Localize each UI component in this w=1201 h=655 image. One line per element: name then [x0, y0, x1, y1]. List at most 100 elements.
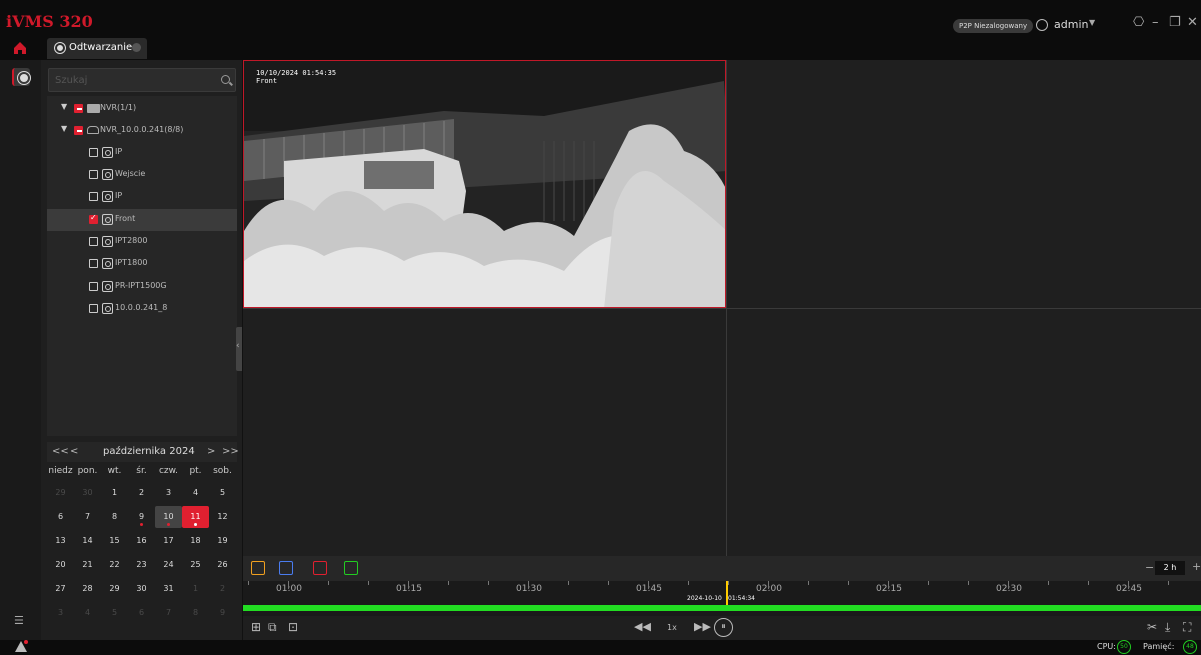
calendar-day[interactable]: 7 — [74, 506, 101, 528]
clip-icon[interactable]: ✂ — [1147, 620, 1157, 634]
calendar-day[interactable]: 3 — [155, 482, 182, 504]
calendar-day[interactable]: 19 — [209, 530, 236, 552]
calendar-day[interactable]: 17 — [155, 530, 182, 552]
checkbox[interactable] — [89, 259, 98, 268]
zoom-out-button[interactable]: − — [1145, 561, 1154, 574]
video-window-empty[interactable] — [243, 309, 726, 556]
calendar-day[interactable]: 25 — [182, 554, 209, 576]
calendar-day[interactable]: 20 — [47, 554, 74, 576]
checkbox[interactable] — [89, 304, 98, 313]
chevron-down-icon[interactable]: ▼ — [1089, 18, 1095, 27]
tree-node-camera[interactable]: PR-IPT1500G — [47, 276, 237, 298]
close-all-windows-icon[interactable]: ⧉ — [268, 620, 277, 635]
tree-node-camera[interactable]: IP — [47, 142, 237, 164]
calendar-day[interactable]: 2 — [128, 482, 155, 504]
recording-bar[interactable] — [243, 605, 1201, 611]
calendar-day[interactable]: 3 — [47, 602, 74, 624]
calendar-day[interactable]: 29 — [47, 482, 74, 504]
rewind-button[interactable]: ◀◀ — [634, 620, 651, 633]
calendar-day[interactable]: 9 — [128, 506, 155, 528]
calendar-day[interactable]: 4 — [182, 482, 209, 504]
home-icon[interactable] — [14, 42, 26, 54]
lock-icon[interactable]: ⎔ — [1133, 15, 1144, 30]
calendar-day[interactable]: 6 — [128, 602, 155, 624]
tree-node-camera[interactable]: Wejscie — [47, 164, 237, 186]
next-month-button[interactable]: > — [207, 446, 215, 457]
tree-node-nvr[interactable]: ▼ NVR_10.0.0.241(8/8) — [47, 120, 237, 142]
ai-filter-icon[interactable] — [279, 561, 293, 575]
prev-month-button[interactable]: < — [70, 446, 78, 457]
speed-label[interactable]: 1x — [667, 623, 677, 632]
capture-all-icon[interactable]: ⊡ — [288, 620, 298, 634]
calendar-day[interactable]: 24 — [155, 554, 182, 576]
calendar-day[interactable]: 30 — [128, 578, 155, 600]
zoom-in-button[interactable]: + — [1192, 560, 1201, 573]
next-year-button[interactable]: >> — [222, 446, 239, 457]
zoom-level-field[interactable]: 2 h — [1155, 561, 1185, 575]
pause-button[interactable]: ⏸ — [714, 618, 733, 637]
calendar-day[interactable]: 13 — [47, 530, 74, 552]
download-icon[interactable]: ⤓ — [1165, 620, 1170, 635]
checkbox-checked[interactable] — [89, 213, 98, 224]
search-icon[interactable] — [221, 75, 230, 84]
p2p-status-badge[interactable]: P2P Niezalogowany — [953, 19, 1034, 33]
calendar-day[interactable]: 28 — [74, 578, 101, 600]
alarm-filter-icon[interactable] — [313, 561, 327, 575]
calendar-day[interactable]: 8 — [182, 602, 209, 624]
calendar-day[interactable]: 11 — [182, 506, 209, 528]
search-input[interactable] — [55, 73, 215, 88]
calendar-day[interactable]: 22 — [101, 554, 128, 576]
panel-collapse-handle[interactable] — [236, 327, 242, 371]
video-window-front[interactable]: 10/10/2024 01:54:35 Front — [243, 60, 726, 308]
tab-close-icon[interactable] — [132, 43, 141, 52]
minimize-icon[interactable]: – — [1152, 15, 1159, 30]
calendar-day[interactable]: 31 — [155, 578, 182, 600]
calendar-day[interactable]: 5 — [101, 602, 128, 624]
calendar-day[interactable]: 4 — [74, 602, 101, 624]
calendar-day[interactable]: 15 — [101, 530, 128, 552]
prev-year-button[interactable]: << — [52, 446, 69, 457]
calendar-day[interactable]: 18 — [182, 530, 209, 552]
calendar-day[interactable]: 23 — [128, 554, 155, 576]
layout-grid-icon[interactable]: ⊞ — [251, 620, 261, 634]
user-name[interactable]: admin — [1054, 18, 1088, 31]
checkbox-partial[interactable] — [74, 126, 83, 135]
calendar-day[interactable]: 16 — [128, 530, 155, 552]
calendar-day[interactable]: 1 — [182, 578, 209, 600]
checkbox[interactable] — [89, 237, 98, 246]
calendar-day[interactable]: 21 — [74, 554, 101, 576]
chevron-down-icon[interactable]: ▼ — [61, 124, 67, 133]
fast-forward-button[interactable]: ▶▶ — [694, 620, 711, 633]
motion-filter-icon[interactable] — [251, 561, 265, 575]
calendar-day[interactable]: 14 — [74, 530, 101, 552]
close-icon[interactable]: ✕ — [1187, 15, 1198, 30]
calendar-day[interactable]: 5 — [209, 482, 236, 504]
calendar-day[interactable]: 27 — [47, 578, 74, 600]
video-filter-icon[interactable] — [344, 561, 358, 575]
video-window-empty[interactable] — [727, 309, 1201, 556]
tree-node-camera[interactable]: 10.0.0.241_8 — [47, 298, 237, 320]
checkbox[interactable] — [89, 192, 98, 201]
tree-node-camera[interactable]: Front — [47, 209, 237, 231]
calendar-day[interactable]: 26 — [209, 554, 236, 576]
checkbox-partial[interactable] — [74, 104, 83, 113]
playback-nav-icon[interactable] — [12, 68, 30, 86]
tab-playback[interactable]: Odtwarzanie — [47, 38, 147, 59]
timeline[interactable]: 01:00 01:15 01:30 01:45 02:00 02:15 02:30 02:45… — [243, 581, 1201, 616]
calendar-day[interactable]: 29 — [101, 578, 128, 600]
calendar-day[interactable]: 1 — [101, 482, 128, 504]
task-list-icon[interactable]: ☰ — [14, 614, 24, 627]
calendar-day[interactable]: 10 — [155, 506, 182, 528]
tree-node-camera[interactable]: IP — [47, 186, 237, 208]
tree-node-root[interactable]: ▼ NVR(1/1) — [47, 98, 237, 120]
calendar-day[interactable]: 12 — [209, 506, 236, 528]
video-window-empty[interactable] — [727, 60, 1201, 308]
tree-node-camera[interactable]: IPT2800 — [47, 231, 237, 253]
checkbox[interactable] — [89, 170, 98, 179]
fullscreen-icon[interactable]: ⛶ — [1183, 620, 1191, 635]
calendar-day[interactable]: 6 — [47, 506, 74, 528]
calendar-day[interactable]: 2 — [209, 578, 236, 600]
tree-node-camera[interactable]: IPT1800 — [47, 253, 237, 275]
calendar-day[interactable]: 8 — [101, 506, 128, 528]
user-circle-icon[interactable] — [1036, 19, 1048, 31]
